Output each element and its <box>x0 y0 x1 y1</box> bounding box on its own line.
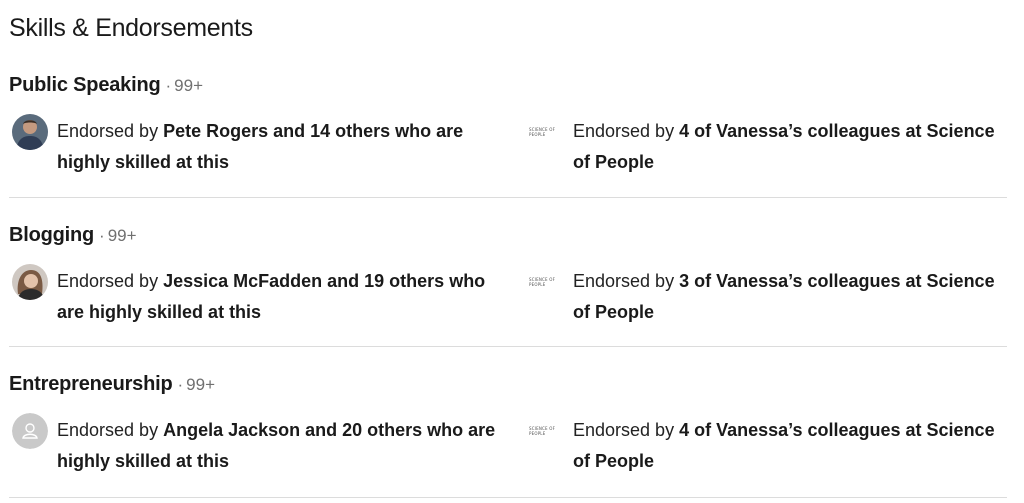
skill-name[interactable]: Blogging <box>9 224 94 246</box>
endorsed-by-label: Endorsed by <box>57 121 164 141</box>
endorser-avatar[interactable] <box>12 114 48 150</box>
endorser-avatar[interactable] <box>12 413 48 449</box>
endorsement-count[interactable]: 99+ <box>174 76 203 95</box>
skill-name[interactable]: Public Speaking <box>9 74 161 96</box>
skill-header: Entrepreneurship · 99+ <box>9 373 215 396</box>
section-title: Skills & Endorsements <box>9 14 253 42</box>
divider <box>9 497 1007 498</box>
endorsement-text: Endorsed by Jessica McFadden and 19 othe… <box>57 266 507 328</box>
endorsed-by-label: Endorsed by <box>57 271 164 291</box>
skill-header: Public Speaking · 99+ <box>9 74 203 97</box>
company-logo: SCIENCE OF PEOPLE <box>529 277 556 287</box>
endorsement-text: Endorsed by Pete Rogers and 14 others wh… <box>57 116 507 178</box>
endorsement-text: Endorsed by Angela Jackson and 20 others… <box>57 415 507 477</box>
endorsement-count[interactable]: 99+ <box>108 226 137 245</box>
divider <box>9 346 1007 347</box>
divider <box>9 197 1007 198</box>
default-avatar-icon <box>12 413 48 449</box>
person-photo-icon <box>12 264 48 300</box>
endorser-avatar[interactable] <box>12 264 48 300</box>
skill-separator: · <box>99 226 105 245</box>
person-photo-icon <box>12 114 48 150</box>
colleague-endorsement-text: Endorsed by 3 of Vanessa’s colleagues at… <box>573 266 1013 328</box>
colleague-endorsement-text: Endorsed by 4 of Vanessa’s colleagues at… <box>573 415 1013 477</box>
skill-separator: · <box>165 76 172 95</box>
colleague-endorsement-text: Endorsed by 4 of Vanessa’s colleagues at… <box>573 116 1013 178</box>
endorsed-by-label: Endorsed by <box>573 420 680 440</box>
endorsed-by-label: Endorsed by <box>573 271 680 291</box>
endorsement-count[interactable]: 99+ <box>186 375 215 394</box>
company-logo: SCIENCE OF PEOPLE <box>529 127 556 137</box>
skill-header: Blogging · 99+ <box>9 224 137 247</box>
endorsed-by-label: Endorsed by <box>573 121 680 141</box>
skill-name[interactable]: Entrepreneurship <box>9 373 173 395</box>
company-logo: SCIENCE OF PEOPLE <box>529 426 556 436</box>
skill-separator: · <box>177 375 184 394</box>
endorsed-by-label: Endorsed by <box>57 420 164 440</box>
